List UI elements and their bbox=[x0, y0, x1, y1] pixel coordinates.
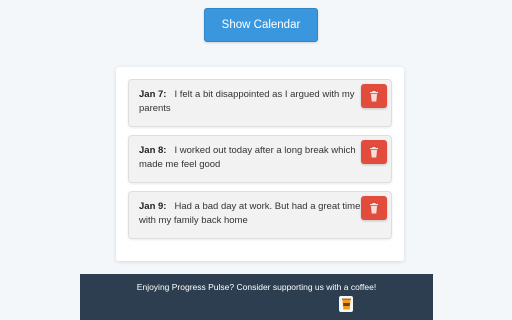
entry-text-block: Jan 9: Had a bad day at work. But had a g… bbox=[139, 200, 361, 228]
delete-entry-button[interactable] bbox=[361, 84, 387, 108]
buy-coffee-button[interactable] bbox=[339, 296, 353, 312]
entry-card: Jan 8: I worked out today after a long br… bbox=[128, 135, 392, 183]
entry-card: Jan 7: I felt a bit disappointed as I arg… bbox=[128, 79, 392, 127]
entry-card: Jan 9: Had a bad day at work. But had a g… bbox=[128, 191, 392, 239]
entry-text-block: Jan 8: I worked out today after a long br… bbox=[139, 144, 361, 172]
coffee-cup-icon bbox=[341, 298, 351, 310]
trash-icon bbox=[370, 146, 378, 157]
support-footer: Enjoying Progress Pulse? Consider suppor… bbox=[80, 274, 433, 320]
show-calendar-button[interactable]: Show Calendar bbox=[204, 8, 318, 42]
entry-text-block: Jan 7: I felt a bit disappointed as I arg… bbox=[139, 88, 361, 116]
footer-message: Enjoying Progress Pulse? Consider suppor… bbox=[136, 282, 377, 292]
entry-text: I worked out today after a long break wh… bbox=[139, 145, 356, 170]
entry-date: Jan 7: bbox=[139, 89, 167, 100]
delete-entry-button[interactable] bbox=[361, 140, 387, 164]
entry-text: I felt a bit disappointed as I argued wi… bbox=[139, 89, 355, 114]
delete-entry-button[interactable] bbox=[361, 196, 387, 220]
entries-panel: Jan 7: I felt a bit disappointed as I arg… bbox=[116, 67, 404, 261]
entry-text: Had a bad day at work. But had a great t… bbox=[139, 201, 361, 226]
entry-date: Jan 8: bbox=[139, 145, 167, 156]
entry-date: Jan 9: bbox=[139, 201, 167, 212]
trash-icon bbox=[370, 90, 378, 101]
trash-icon bbox=[370, 202, 378, 213]
